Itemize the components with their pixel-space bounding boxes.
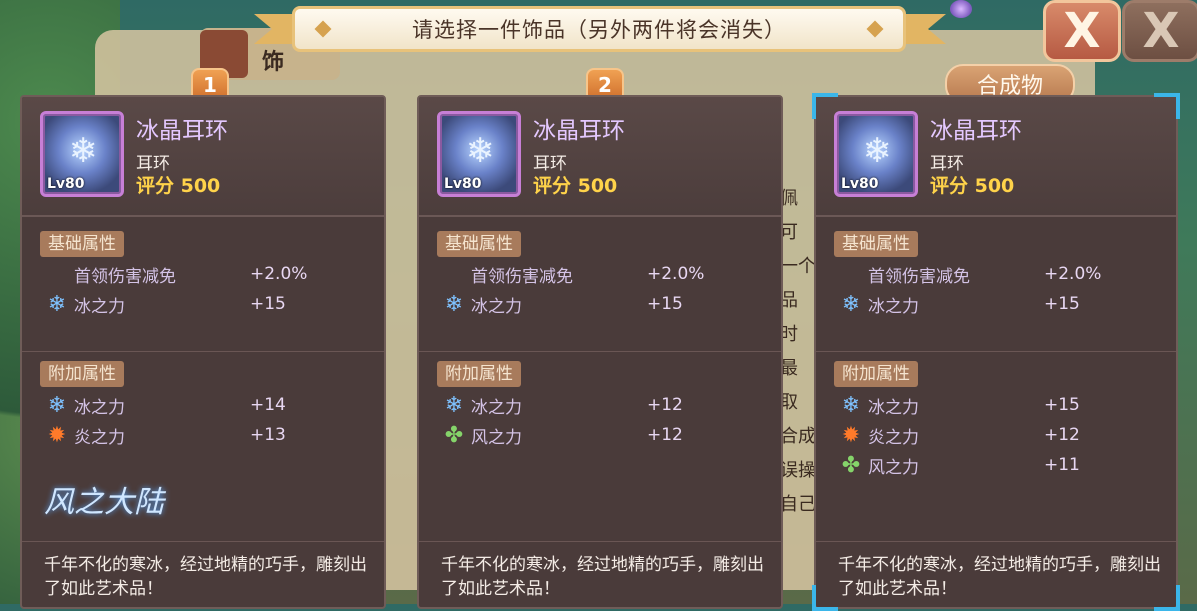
divider (419, 541, 781, 542)
item-level: Lv80 (444, 176, 482, 192)
ice-icon: ❄ (841, 291, 861, 317)
attribute-row: ✤ 风之力 (441, 422, 522, 448)
item-level: Lv80 (47, 176, 85, 192)
attribute-name: 冰之力 (868, 397, 919, 418)
card-header: ❄ Lv80 冰晶耳环 耳环 评分 500 (419, 97, 781, 217)
item-description: 千年不化的寒冰，经过地精的巧手，雕刻出了如此艺术品！ (838, 555, 1161, 599)
attribute-row: ✤ 风之力 (838, 452, 919, 478)
snowflake-icon: ❄ (862, 131, 892, 171)
attribute-name: 冰之力 (868, 296, 919, 317)
item-score: 评分 500 (533, 175, 618, 197)
attribute-row: ❄ 冰之力 (838, 392, 919, 418)
background-tab-label: 饰 (262, 50, 285, 75)
instruction-banner: 请选择一件饰品（另外两件将会消失） (292, 6, 906, 52)
attribute-value: +14 (250, 395, 286, 415)
ice-earring-icon: ❄ Lv80 (40, 111, 124, 197)
extra-attributes-label: 附加属性 (40, 361, 124, 387)
ice-earring-icon: ❄ Lv80 (437, 111, 521, 197)
attribute-name: 风之力 (471, 427, 522, 448)
item-score: 评分 500 (930, 175, 1015, 197)
attribute-value: +11 (1044, 455, 1080, 475)
attribute-value: +2.0% (647, 264, 705, 284)
close-button[interactable]: X (1043, 0, 1121, 62)
close-button-background: X (1122, 0, 1197, 62)
attribute-value: +12 (647, 395, 683, 415)
attribute-value: +2.0% (250, 264, 308, 284)
snowflake-icon: ❄ (68, 131, 98, 171)
attribute-row: ❄ 冰之力 (441, 291, 522, 317)
extra-attributes-label: 附加属性 (834, 361, 918, 387)
attribute-name: 冰之力 (74, 296, 125, 317)
divider (22, 541, 384, 542)
attribute-name: 首领伤害减免 (868, 266, 970, 287)
wind-icon: ✤ (444, 422, 464, 448)
result-item-card[interactable]: ❄ Lv80 冰晶耳环 耳环 评分 500 基础属性 首领伤害减免 +2.0% … (812, 93, 1180, 611)
ice-icon: ❄ (841, 392, 861, 418)
attribute-name: 冰之力 (74, 397, 125, 418)
selection-corner (812, 585, 838, 611)
item-description: 千年不化的寒冰，经过地精的巧手，雕刻出了如此艺术品！ (441, 555, 764, 599)
ice-icon: ❄ (47, 291, 67, 317)
base-attributes-label: 基础属性 (834, 231, 918, 257)
attribute-value: +15 (250, 294, 286, 314)
ice-icon: ❄ (47, 392, 67, 418)
attribute-name: 风之力 (868, 457, 919, 478)
item-description: 千年不化的寒冰，经过地精的巧手，雕刻出了如此艺术品！ (44, 555, 367, 599)
divider (22, 351, 384, 352)
attribute-name: 炎之力 (74, 427, 125, 448)
diamond-icon (866, 20, 884, 38)
fire-icon: ✹ (47, 422, 67, 448)
attribute-value: +12 (1044, 425, 1080, 445)
base-attributes-label: 基础属性 (40, 231, 124, 257)
snowflake-icon: ❄ (465, 131, 495, 171)
attribute-row: ❄ 冰之力 (44, 291, 125, 317)
attribute-value: +15 (1044, 294, 1080, 314)
divider (419, 351, 781, 352)
diamond-icon (314, 20, 332, 38)
attribute-value: +2.0% (1044, 264, 1102, 284)
ice-icon: ❄ (444, 392, 464, 418)
card-header: ❄ Lv80 冰晶耳环 耳环 评分 500 (22, 97, 384, 217)
attribute-name: 冰之力 (471, 397, 522, 418)
attribute-name: 首领伤害减免 (74, 266, 176, 287)
item-score: 评分 500 (136, 175, 221, 197)
card-header: ❄ Lv80 冰晶耳环 耳环 评分 500 (816, 97, 1176, 217)
ice-earring-icon: ❄ Lv80 (834, 111, 918, 197)
orb-icon (950, 0, 972, 18)
attribute-value: +15 (1044, 395, 1080, 415)
item-level: Lv80 (841, 176, 879, 192)
item-name: 冰晶耳环 (136, 118, 228, 144)
attribute-value: +12 (647, 425, 683, 445)
game-logo: 风之大陆 (44, 485, 164, 520)
divider (816, 351, 1176, 352)
attribute-name: 炎之力 (868, 427, 919, 448)
attribute-row: ❄ 冰之力 (441, 392, 522, 418)
attribute-row: ❄ 冰之力 (838, 291, 919, 317)
attribute-row: ❄ 冰之力 (44, 392, 125, 418)
base-attributes-label: 基础属性 (437, 231, 521, 257)
fire-icon: ✹ (841, 422, 861, 448)
wind-icon: ✤ (841, 452, 861, 478)
attribute-row: ✹ 炎之力 (44, 422, 125, 448)
attribute-name: 冰之力 (471, 296, 522, 317)
extra-attributes-label: 附加属性 (437, 361, 521, 387)
attribute-row: ✹ 炎之力 (838, 422, 919, 448)
item-name: 冰晶耳环 (930, 118, 1022, 144)
divider (816, 541, 1176, 542)
attribute-value: +13 (250, 425, 286, 445)
banner-text: 请选择一件饰品（另外两件将会消失） (412, 18, 786, 42)
attribute-value: +15 (647, 294, 683, 314)
item-name: 冰晶耳环 (533, 118, 625, 144)
item-card-1[interactable]: ❄ Lv80 冰晶耳环 耳环 评分 500 基础属性 首领伤害减免 +2.0% … (20, 95, 386, 609)
attribute-name: 首领伤害减免 (471, 266, 573, 287)
item-card-2[interactable]: ❄ Lv80 冰晶耳环 耳环 评分 500 基础属性 首领伤害减免 +2.0% … (417, 95, 783, 609)
ice-icon: ❄ (444, 291, 464, 317)
